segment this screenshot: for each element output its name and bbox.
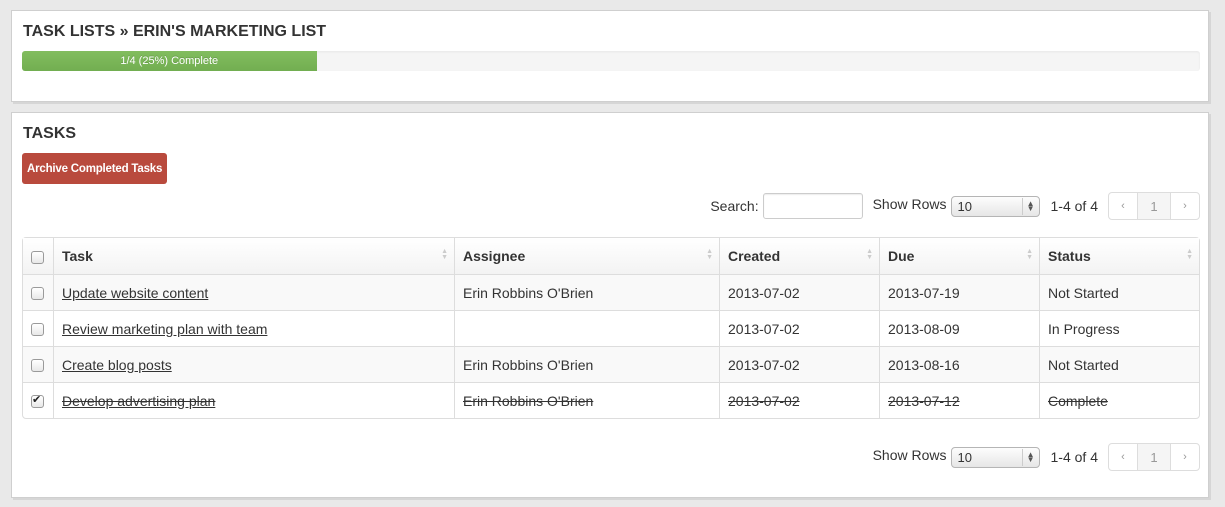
task-link[interactable]: Review marketing plan with team	[62, 321, 267, 337]
search-label: Search:	[710, 198, 759, 214]
page-1-button[interactable]: 1	[1137, 444, 1171, 470]
pagination: ‹ 1 ›	[1108, 443, 1200, 471]
page-1-button[interactable]: 1	[1137, 193, 1171, 219]
row-range-text: 1-4 of 4	[1050, 449, 1098, 465]
assignee-cell: Erin Robbins O'Brien	[454, 382, 719, 418]
select-arrows-icon: ▲ ▼	[1021, 197, 1035, 215]
table-header-row: Task ▲ ▼ Assignee ▲ ▼ Created ▲ ▼ Due ▲ ▼ Status…	[23, 238, 1199, 274]
next-page-button[interactable]: ›	[1171, 193, 1199, 219]
column-header-created[interactable]: Created ▲ ▼	[719, 238, 879, 274]
task-list-header-panel: TASK LISTS » ERIN'S MARKETING LIST 1/4 (…	[11, 10, 1209, 102]
sort-icon: ▲ ▼	[441, 248, 448, 261]
progress-bar-fill: 1/4 (25%) Complete	[22, 51, 317, 71]
table-row: Update website content Erin Robbins O'Br…	[23, 274, 1199, 310]
created-cell: 2013-07-02	[719, 310, 879, 346]
status-cell: In Progress	[1039, 310, 1199, 346]
assignee-cell: Erin Robbins O'Brien	[454, 346, 719, 382]
due-cell: 2013-08-09	[879, 310, 1039, 346]
archive-completed-tasks-button[interactable]: Archive Completed Tasks	[22, 153, 168, 184]
status-cell: Complete	[1039, 382, 1199, 418]
show-rows-value: 10	[957, 449, 972, 465]
status-cell: Not Started	[1039, 274, 1199, 310]
show-rows-select[interactable]: 10 ▲ ▼	[950, 446, 1040, 468]
task-link[interactable]: Update website content	[62, 285, 208, 301]
column-header-due[interactable]: Due ▲ ▼	[879, 238, 1039, 274]
row-checkbox[interactable]	[31, 393, 44, 409]
pagination: ‹ 1 ›	[1108, 192, 1200, 220]
sort-icon: ▲ ▼	[1186, 248, 1193, 261]
show-rows-label: Show Rows	[872, 196, 947, 212]
tasks-heading: TASKS	[23, 125, 77, 142]
sort-icon: ▲ ▼	[866, 248, 873, 261]
prev-page-button[interactable]: ‹	[1109, 193, 1137, 219]
table-toolbar-top: Search: Show Rows 10 ▲ ▼ 1-4 of 4 ‹ 1 ›	[710, 192, 1200, 220]
tasks-table: Task ▲ ▼ Assignee ▲ ▼ Created ▲ ▼ Due ▲ ▼ Status…	[22, 237, 1200, 419]
column-header-task[interactable]: Task ▲ ▼	[53, 238, 454, 274]
due-cell: 2013-07-19	[879, 274, 1039, 310]
assignee-cell: Erin Robbins O'Brien	[454, 274, 719, 310]
tasks-panel: TASKS Archive Completed Tasks Search: Sh…	[11, 112, 1209, 498]
row-checkbox[interactable]	[31, 359, 44, 373]
row-checkbox[interactable]	[31, 287, 44, 301]
table-toolbar-bottom: Show Rows 10 ▲ ▼ 1-4 of 4 ‹ 1 ›	[873, 443, 1200, 471]
table-row: Create blog posts Erin Robbins O'Brien 2…	[23, 346, 1199, 382]
task-link[interactable]: Develop advertising plan	[62, 393, 215, 409]
select-arrows-icon: ▲ ▼	[1021, 448, 1035, 466]
due-cell: 2013-07-12	[879, 382, 1039, 418]
created-cell: 2013-07-02	[719, 382, 879, 418]
sort-icon: ▲ ▼	[706, 248, 713, 261]
table-row: Develop advertising plan Erin Robbins O'…	[23, 382, 1199, 418]
created-cell: 2013-07-02	[719, 274, 879, 310]
created-cell: 2013-07-02	[719, 346, 879, 382]
select-all-cell	[23, 238, 53, 274]
next-page-button[interactable]: ›	[1171, 444, 1199, 470]
sort-icon: ▲ ▼	[1026, 248, 1033, 261]
task-link[interactable]: Create blog posts	[62, 357, 172, 373]
progress-bar: 1/4 (25%) Complete	[22, 51, 1200, 71]
search-input[interactable]	[762, 193, 863, 219]
assignee-cell	[454, 310, 719, 346]
column-header-assignee[interactable]: Assignee ▲ ▼	[454, 238, 719, 274]
row-range-text: 1-4 of 4	[1050, 198, 1098, 214]
table-row: Review marketing plan with team 2013-07-…	[23, 310, 1199, 346]
due-cell: 2013-08-16	[879, 346, 1039, 382]
show-rows-label: Show Rows	[872, 447, 947, 463]
status-cell: Not Started	[1039, 346, 1199, 382]
prev-page-button[interactable]: ‹	[1109, 444, 1137, 470]
row-checkbox[interactable]	[31, 323, 44, 337]
page-title: TASK LISTS » ERIN'S MARKETING LIST	[23, 23, 327, 40]
show-rows-select[interactable]: 10 ▲ ▼	[950, 195, 1040, 217]
select-all-checkbox[interactable]	[31, 250, 44, 264]
column-header-status[interactable]: Status ▲ ▼	[1039, 238, 1199, 274]
show-rows-value: 10	[957, 198, 972, 214]
